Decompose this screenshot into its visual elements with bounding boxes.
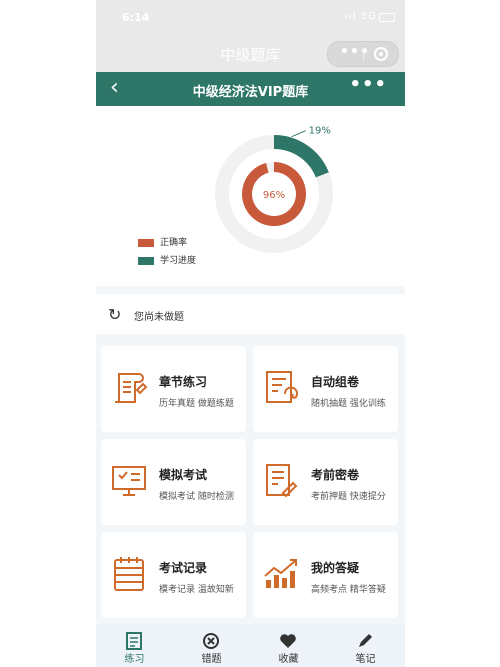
card-title: 我的答疑 (311, 561, 360, 575)
page-header: ‹ 中级经济法VIP题库 ••• (96, 72, 405, 106)
card-title: 自动组卷 (311, 375, 360, 389)
tab-label: 笔记 (355, 654, 376, 665)
card-subtitle: 高频考点 精华答疑 (311, 585, 386, 595)
signal-icon: ııl 5G (345, 11, 377, 22)
phone-screen: 6:14 ııl 5G 中级题库 ••• ‹ 中级经济法VIP题库 ••• 19… (96, 0, 405, 667)
legend-progress: 学习进度 (138, 253, 196, 266)
tab-wrong[interactable]: 错题 (173, 624, 250, 667)
more-dots-icon[interactable]: ••• (340, 44, 370, 60)
tab-favorites[interactable]: 收藏 (250, 624, 327, 667)
card-chapter-practice[interactable]: 章节练习 历年真题 做题练题 (101, 346, 246, 432)
notice-text: 您尚未做题 (134, 312, 184, 323)
card-exam-record[interactable]: 考试记录 模考记录 温故知新 (101, 532, 246, 618)
qa-chart-icon (264, 559, 297, 588)
legend-label-accuracy: 正确率 (160, 238, 188, 248)
legend-swatch-accuracy (138, 238, 154, 247)
card-subtitle: 模考记录 温故知新 (159, 585, 234, 595)
practice-icon (126, 632, 142, 650)
card-subtitle: 随机抽题 强化训练 (311, 399, 386, 409)
legend-swatch-progress (138, 256, 154, 265)
mini-program-nav: 中级题库 ••• (96, 34, 405, 72)
card-secret-paper[interactable]: 考前密卷 考前押题 快速提分 (253, 439, 398, 525)
capsule-menu[interactable]: ••• (327, 41, 399, 67)
progress-leader-line (291, 130, 306, 138)
accuracy-percent-label: 96% (263, 190, 285, 201)
secret-paper-icon (266, 464, 298, 498)
tab-notes[interactable]: 笔记 (327, 624, 404, 667)
legend-label-progress: 学习进度 (160, 256, 197, 266)
capsule-divider (363, 47, 364, 61)
close-target-icon[interactable] (374, 47, 388, 61)
card-title: 模拟考试 (159, 468, 208, 482)
card-auto-paper[interactable]: 自动组卷 随机抽题 强化训练 (253, 346, 398, 432)
no-practice-notice[interactable]: ↻ 您尚未做题 (96, 294, 405, 334)
refresh-icon[interactable]: ↻ (108, 305, 121, 324)
bottom-tab-bar: 练习 错题 收藏 笔记 (96, 624, 405, 667)
heart-icon (280, 634, 296, 648)
card-subtitle: 历年真题 做题练题 (159, 399, 234, 409)
card-title: 考试记录 (159, 561, 208, 575)
exam-record-icon (114, 557, 144, 591)
card-title: 考前密卷 (311, 468, 360, 482)
card-subtitle: 模拟考试 随时检测 (159, 492, 234, 502)
card-title: 章节练习 (159, 375, 208, 389)
progress-chart-card: 19% 96% 正确率 学习进度 (96, 106, 405, 286)
card-my-qa[interactable]: 我的答疑 高频考点 精华答疑 (253, 532, 398, 618)
more-menu-icon[interactable]: ••• (349, 74, 387, 95)
status-bar: 6:14 ııl 5G (96, 0, 405, 34)
auto-paper-icon (266, 371, 298, 403)
mock-exam-icon (112, 466, 146, 496)
tab-practice[interactable]: 练习 (96, 624, 173, 667)
tab-label: 错题 (201, 654, 222, 665)
tab-label: 练习 (124, 654, 145, 665)
progress-percent-label: 19% (309, 126, 331, 137)
chapter-icon (115, 373, 148, 403)
battery-icon (379, 13, 395, 22)
legend-accuracy: 正确率 (138, 235, 187, 248)
tab-label: 收藏 (278, 654, 299, 665)
wrong-icon (203, 633, 219, 649)
card-subtitle: 考前押题 快速提分 (311, 492, 386, 502)
pen-icon (359, 634, 372, 647)
status-time: 6:14 (122, 11, 150, 24)
card-mock-exam[interactable]: 模拟考试 模拟考试 随时检测 (101, 439, 246, 525)
